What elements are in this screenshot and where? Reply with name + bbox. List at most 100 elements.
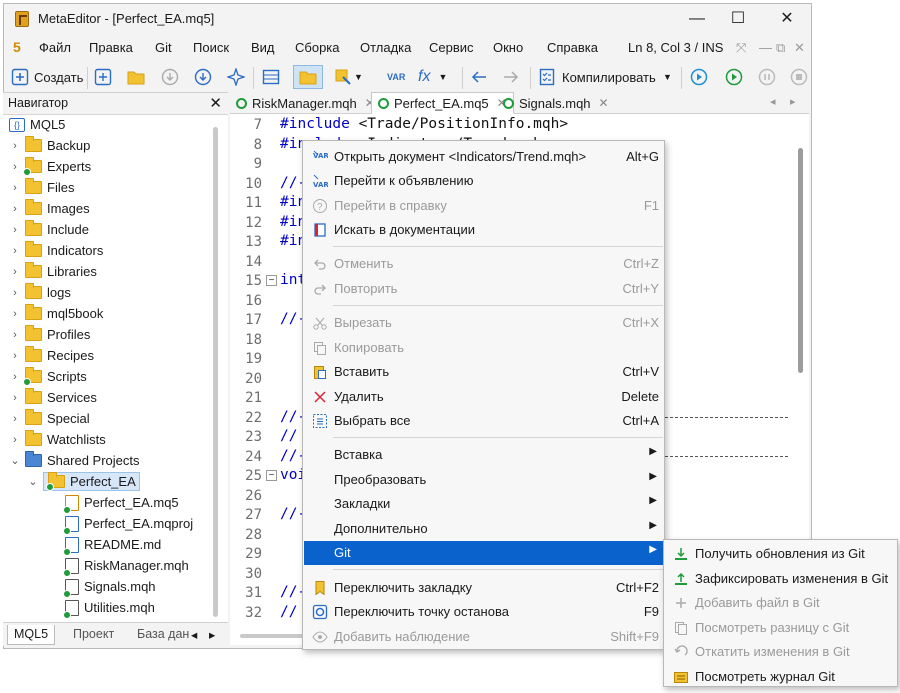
menu-item-отменить[interactable]: Отменить Ctrl+Z <box>304 252 663 276</box>
menu-file[interactable]: Файл <box>39 40 71 55</box>
start-debug-real-button[interactable] <box>690 65 708 89</box>
tree-folder-services[interactable]: › Services <box>9 387 97 408</box>
tree-file[interactable]: README.md <box>63 534 161 556</box>
start-debug-history-button[interactable] <box>725 65 743 89</box>
menu-item-добавить-наблюдение[interactable]: Добавить наблюдение Shift+F9 <box>304 625 663 649</box>
menu-debug[interactable]: Отладка <box>360 40 411 55</box>
menu-build[interactable]: Сборка <box>295 40 340 55</box>
fx-dropdown-icon[interactable]: ▼ <box>438 72 447 82</box>
forward-button[interactable] <box>502 65 520 89</box>
tab-close-icon[interactable]: ✕ <box>599 96 609 110</box>
tab-mql5[interactable]: MQL5 <box>7 625 56 645</box>
mql5-menu-icon[interactable]: 5 <box>13 39 21 55</box>
expand-chevron-icon[interactable]: › <box>9 308 21 320</box>
tree-file[interactable]: Perfect_EA.mq5 <box>63 492 179 514</box>
expand-chevron-icon[interactable]: › <box>9 266 21 278</box>
navigator-scrollbar[interactable] <box>213 127 218 617</box>
tree-file[interactable]: Signals.mqh <box>63 576 156 598</box>
styler-dropdown-icon[interactable]: ▼ <box>354 72 363 82</box>
menu-item-повторить[interactable]: Повторить Ctrl+Y <box>304 277 663 301</box>
menu-item-копировать[interactable]: Копировать <box>304 336 663 360</box>
git-submenu-item[interactable]: Посмотреть разницу с Git <box>665 616 896 640</box>
compile-button[interactable]: Компилировать <box>538 65 656 89</box>
menu-edit[interactable]: Правка <box>89 40 133 55</box>
menu-item-перейти-к-объявлению[interactable]: VAR Перейти к объявлению <box>304 169 663 193</box>
git-submenu-item[interactable]: Зафиксировать изменения в Git <box>665 567 896 591</box>
expand-chevron-icon[interactable]: › <box>9 329 21 341</box>
download-button[interactable] <box>161 65 179 89</box>
tree-folder-watchlists[interactable]: › Watchlists <box>9 429 106 450</box>
stop-button[interactable] <box>790 65 808 89</box>
compile-dropdown-icon[interactable]: ▼ <box>663 65 672 89</box>
git-submenu-item[interactable]: Добавить файл в Git <box>665 591 896 615</box>
menu-window[interactable]: Окно <box>493 40 523 55</box>
menu-item-искать-в-документации[interactable]: Искать в документации <box>304 218 663 242</box>
menu-item-git[interactable]: Git ▶ <box>304 541 663 565</box>
menu-item-открыть-документ-indicators-trend-mqh[interactable]: VAR Открыть документ <Indicators/Trend.mq… <box>304 145 663 169</box>
tree-folder-mql5book[interactable]: › mql5book <box>9 303 103 324</box>
insert-variable-button[interactable]: VAR <box>387 65 405 89</box>
expand-chevron-icon[interactable]: › <box>9 371 21 383</box>
expand-chevron-icon[interactable]: › <box>9 413 21 425</box>
editor-scrollbar[interactable] <box>798 148 803 373</box>
tab-signals[interactable]: Signals.mqh ✕ <box>497 92 615 114</box>
ai-assistant-button[interactable] <box>225 65 247 89</box>
menu-item-удалить[interactable]: Удалить Delete <box>304 385 663 409</box>
git-submenu-item[interactable]: Получить обновления из Git <box>665 542 896 566</box>
tree-folder-logs[interactable]: › logs <box>9 282 71 303</box>
maximize-button[interactable]: ☐ <box>729 10 747 28</box>
tree-folder-include[interactable]: › Include <box>9 219 89 240</box>
tree-folder-special[interactable]: › Special <box>9 408 90 429</box>
tree-file[interactable]: Utilities.mqh <box>63 597 155 619</box>
minimize-button[interactable]: — <box>688 10 706 28</box>
menu-search[interactable]: Поиск <box>193 40 229 55</box>
tree-folder-experts[interactable]: › Experts <box>9 156 91 177</box>
new-document-button[interactable] <box>94 65 112 89</box>
expand-chevron-icon[interactable]: › <box>9 245 21 257</box>
toggle-toolbox-button[interactable] <box>262 65 280 89</box>
git-submenu-item[interactable]: Посмотреть журнал Git <box>665 665 896 689</box>
menu-item-переключить-точку-останова[interactable]: Переключить точку останова F9 <box>304 600 663 624</box>
menu-item-вырезать[interactable]: Вырезать Ctrl+X <box>304 311 663 335</box>
menu-item-вставка[interactable]: Вставка ▶ <box>304 443 663 467</box>
git-submenu-item[interactable]: Откатить изменения в Git <box>665 640 896 664</box>
menu-item-перейти-в-справку[interactable]: ? Перейти в справку F1 <box>304 194 663 218</box>
expand-chevron-icon[interactable]: › <box>9 182 21 194</box>
tree-root-mql5[interactable]: {} MQL5 <box>9 114 65 135</box>
nav-tab-prev-icon[interactable]: ◂ <box>185 625 203 645</box>
fold-toggle-icon[interactable]: − <box>266 470 277 481</box>
mdi-restore-icon[interactable]: ⧉ <box>776 40 785 56</box>
close-button[interactable]: ✕ <box>778 10 796 28</box>
tree-file[interactable]: Perfect_EA.mqproj <box>63 513 193 535</box>
toggle-navigator-button[interactable] <box>293 65 323 89</box>
mdi-minimize-icon[interactable]: — <box>759 40 772 55</box>
menu-item-вставить[interactable]: Вставить Ctrl+V <box>304 360 663 384</box>
tree-folder-files[interactable]: › Files <box>9 177 74 198</box>
mdi-close-icon[interactable]: ✕ <box>794 40 805 56</box>
back-button[interactable] <box>470 65 488 89</box>
tree-folder-indicators[interactable]: › Indicators <box>9 240 103 261</box>
menu-tools[interactable]: Сервис <box>429 40 474 55</box>
navigator-close-icon[interactable]: ✕ <box>209 94 222 112</box>
styler-button[interactable]: ▼ <box>334 65 363 89</box>
open-button[interactable] <box>127 65 145 89</box>
tree-file[interactable]: RiskManager.mqh <box>63 555 189 577</box>
menu-item-переключить-закладку[interactable]: Переключить закладку Ctrl+F2 <box>304 576 663 600</box>
tree-folder-libraries[interactable]: › Libraries <box>9 261 97 282</box>
nav-tab-next-icon[interactable]: ▸ <box>203 625 221 645</box>
tab-riskmanager[interactable]: RiskManager.mqh ✕ <box>230 92 381 114</box>
menu-item-закладки[interactable]: Закладки ▶ <box>304 492 663 516</box>
fold-toggle-icon[interactable]: − <box>266 275 277 286</box>
menu-item-преобразовать[interactable]: Преобразовать ▶ <box>304 468 663 492</box>
tab-perfect-ea[interactable]: Perfect_EA.mq5 ✕ <box>371 92 514 114</box>
expand-chevron-icon[interactable]: › <box>9 203 21 215</box>
expand-chevron-icon[interactable]: › <box>9 350 21 362</box>
create-button[interactable]: Создать <box>11 65 83 89</box>
collapse-chevron-icon[interactable]: ⌄ <box>27 475 39 488</box>
menu-view[interactable]: Вид <box>251 40 275 55</box>
tree-project-perfect-ea[interactable]: ⌄ Perfect_EA <box>27 471 140 492</box>
tree-folder-recipes[interactable]: › Recipes <box>9 345 94 366</box>
update-button[interactable] <box>194 65 212 89</box>
pause-button[interactable] <box>758 65 776 89</box>
menu-git[interactable]: Git <box>155 40 172 55</box>
